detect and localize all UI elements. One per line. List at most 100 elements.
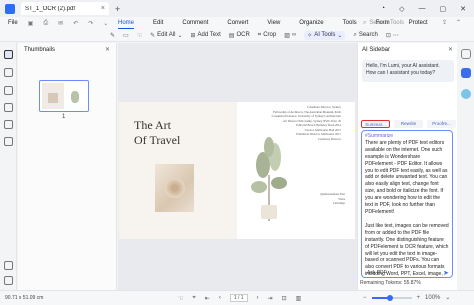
attachment-icon[interactable] xyxy=(4,103,13,112)
search-tools-input[interactable]: ⌕ Search Tools xyxy=(363,18,438,28)
chevron-down-icon: ⌄ xyxy=(177,32,183,39)
text-box-icon[interactable]: ▭ xyxy=(123,32,129,39)
file-menu[interactable]: File xyxy=(8,20,18,26)
settings-icon[interactable] xyxy=(4,276,13,285)
add-text-button[interactable]: ⊞ Add Text xyxy=(191,32,221,39)
first-page-icon[interactable]: ⇤ xyxy=(205,295,210,302)
more-icon[interactable]: ⋯ xyxy=(393,32,399,39)
more-tools: ⊡ ⋯ xyxy=(386,32,399,39)
print-icon[interactable]: ⎙ xyxy=(43,20,48,27)
layers-icon[interactable] xyxy=(4,120,13,129)
next-page-icon[interactable]: › xyxy=(257,295,259,301)
thumbnail-page-number: 1 xyxy=(62,114,66,120)
ai-assistant-icon[interactable] xyxy=(461,68,471,78)
thumbnails-icon[interactable] xyxy=(4,50,13,59)
highlight-icon[interactable]: ✎ xyxy=(110,32,115,39)
collapse-ribbon-icon[interactable]: ⌃ xyxy=(456,19,461,26)
comment-icon[interactable] xyxy=(4,86,13,95)
close-tab-icon[interactable]: × xyxy=(101,5,105,12)
close-sidebar-icon[interactable]: ✕ xyxy=(448,46,453,53)
document-title: The Art Of Travel xyxy=(134,118,180,148)
cloud-icon[interactable] xyxy=(461,89,471,99)
menu-comment[interactable]: Comment xyxy=(182,17,208,29)
proofread-chip[interactable]: Proofre... xyxy=(427,120,456,128)
thumbnail-image xyxy=(48,93,58,103)
last-page-icon[interactable]: ⇥ xyxy=(268,295,273,302)
share-icon[interactable]: ✉ xyxy=(58,20,63,27)
notification-icon[interactable]: ◇ xyxy=(399,5,404,13)
zoom-chevron-icon[interactable]: ⌄ xyxy=(445,294,450,301)
zoom-slider[interactable] xyxy=(371,294,412,301)
crop-icon: ⌗ xyxy=(257,31,262,38)
ai-chat-icon[interactable] xyxy=(461,49,471,59)
zoom-out-icon[interactable]: − xyxy=(363,295,367,301)
remaining-tokens: Remaining Tokens: 55.87% xyxy=(360,280,421,286)
title-line-2: Of Travel xyxy=(134,133,181,147)
zoom-slider-knob[interactable] xyxy=(386,294,393,301)
document-tab[interactable]: ST_1_OCR (2).pdf × xyxy=(21,2,109,15)
close-panel-icon[interactable]: ✕ xyxy=(105,46,110,53)
send-icon[interactable]: ➤ xyxy=(443,269,449,277)
prev-page-icon[interactable]: ‹ xyxy=(219,295,221,301)
help-icon[interactable] xyxy=(4,261,13,270)
menu-view[interactable]: View xyxy=(267,17,280,29)
quick-prompt-chips: Summar... Rewrite Proofre... ⋮ xyxy=(361,120,467,128)
crop-button[interactable]: ⌗ Crop xyxy=(258,32,276,39)
page-indicator[interactable]: 1 / 1 xyxy=(229,294,248,302)
translate-icon[interactable]: ⊡ xyxy=(386,32,391,39)
maximize-icon[interactable]: ▢ xyxy=(440,5,447,13)
page-caption: Quintessentiaus Fest Visits Casbridge xyxy=(320,192,345,205)
menu-bar: File ▣ ⎙ ✉ ↶ ↷ ⌄ Home Edit Comment Conve… xyxy=(0,17,474,29)
title-bar: ST_1_OCR (2).pdf × + ◔ ◇ — ▢ ✕ xyxy=(0,0,474,17)
two-page-icon[interactable]: ▥ xyxy=(296,295,302,302)
search-panel-icon[interactable] xyxy=(4,137,13,146)
separator-icons: ▨ ∞ xyxy=(284,32,296,39)
menu-organize[interactable]: Organize xyxy=(299,17,323,29)
menu-home[interactable]: Home xyxy=(118,17,135,29)
new-tab-button[interactable]: + xyxy=(115,4,120,14)
bookmark-icon[interactable] xyxy=(4,68,13,77)
menu-tools[interactable]: Tools xyxy=(343,17,357,29)
close-window-icon[interactable]: ✕ xyxy=(460,5,466,13)
hand-tool-icon[interactable]: ☜ xyxy=(178,295,183,302)
ocr-button[interactable]: ▤ OCR xyxy=(229,32,250,39)
ai-tools-icon: ✧ xyxy=(307,32,313,39)
undo-icon[interactable]: ↶ xyxy=(73,20,78,27)
save-icon[interactable]: ▣ xyxy=(28,20,34,27)
search-button[interactable]: ⌕ Search xyxy=(353,32,377,39)
ask-pdf-button[interactable]: Ask PDF xyxy=(367,270,387,276)
summarize-chip[interactable]: Summar... xyxy=(361,120,390,128)
select-tool-icon[interactable]: ⌖ xyxy=(192,295,195,302)
zoom-level[interactable]: 100% xyxy=(425,295,440,301)
menu-edit[interactable]: Edit xyxy=(153,17,163,29)
edit-all-button[interactable]: ✎ Edit All ⌄ xyxy=(150,32,182,39)
link-icon[interactable]: ∞ xyxy=(292,32,296,38)
menu-chevron-icon[interactable]: ⌄ xyxy=(103,20,108,27)
page-thumbnail[interactable] xyxy=(39,80,89,112)
minimize-icon[interactable]: — xyxy=(419,5,426,13)
hand-icon[interactable]: ☜ xyxy=(137,32,142,39)
page-navigation: ☜ ⌖ ⇤ ‹ 1 / 1 › ⇥ ⊡ ▥ xyxy=(178,294,301,302)
rewrite-chip[interactable]: Rewrite xyxy=(394,120,423,128)
summarize-tag: #Summarize xyxy=(365,133,394,139)
search-icon: ⌕ xyxy=(353,31,357,38)
account-icon[interactable]: ◔ xyxy=(381,5,385,13)
redo-icon[interactable]: ↷ xyxy=(88,20,93,27)
menu-convert[interactable]: Convert xyxy=(227,17,248,29)
left-rail xyxy=(0,43,17,290)
ai-tools-label: AI Tools xyxy=(314,32,336,38)
ai-tools-button[interactable]: ✧ AI Tools ⌄ xyxy=(304,30,346,40)
app-logo-icon xyxy=(5,3,15,14)
window-controls: ◔ ◇ — ▢ ✕ xyxy=(381,5,466,13)
thumbnails-panel: Thumbnails ✕ 1 xyxy=(18,43,117,290)
page-dimensions: 90.71 x 51.09 cm xyxy=(5,295,44,301)
upload-icon[interactable]: ⇪ xyxy=(442,19,447,26)
image-icon[interactable]: ▨ xyxy=(284,32,290,39)
zoom-in-icon[interactable]: + xyxy=(417,295,421,301)
document-canvas[interactable]: The Art Of Travel Consultant Director, S… xyxy=(118,43,357,290)
ai-prompt-input[interactable]: #Summarize There are plenty of PDF text … xyxy=(361,130,453,278)
ai-sidebar-header: AI Sidebar ✕ xyxy=(358,43,457,56)
ocr-label: OCR xyxy=(236,32,250,38)
prompt-paragraph-1: There are plenty of PDF text editors ava… xyxy=(365,139,448,215)
fit-page-icon[interactable]: ⊡ xyxy=(282,295,287,302)
